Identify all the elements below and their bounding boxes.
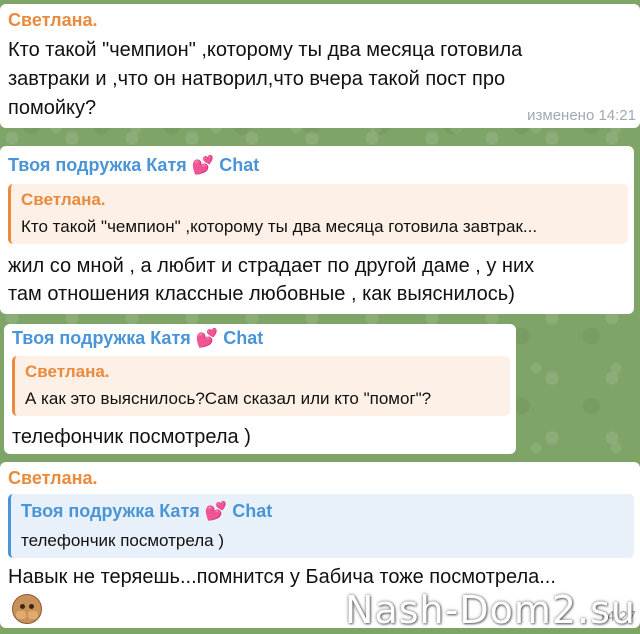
sender-suffix: Chat	[223, 328, 264, 348]
reply-text: Кто такой "чемпион" ,которому ты два мес…	[21, 217, 538, 236]
message-bubble-3[interactable]: Твоя подружка Катя 💕 Chat Светлана. А ка…	[4, 324, 516, 454]
message-line: Навык не теряешь...помнится у Бабича тож…	[8, 566, 556, 588]
reply-text: телефончик посмотрела )	[21, 531, 225, 550]
message-sender[interactable]: Твоя подружка Катя 💕 Chat	[12, 328, 263, 349]
message-line: завтраки и ,что он натворил,что вчера та…	[8, 68, 506, 90]
reply-quote[interactable]: Твоя подружка Катя 💕 Chat телефончик пос…	[8, 494, 634, 558]
hearts-icon: 💕	[191, 155, 215, 176]
see-no-evil-monkey-icon	[12, 594, 42, 624]
message-bubble-2[interactable]: Твоя подружка Катя 💕 Chat Светлана. Кто …	[0, 146, 634, 314]
reply-sender: Твоя подружка Катя 💕 Chat	[21, 501, 272, 522]
message-edited-time: изменено 14:21	[527, 107, 636, 124]
message-line: жил со мной , а любит и страдает по друг…	[8, 255, 535, 277]
message-line: Кто такой "чемпион" ,которому ты два мес…	[8, 39, 523, 61]
hearts-icon: 💕	[195, 328, 219, 349]
reply-sender: Светлана.	[25, 362, 110, 381]
message-line: помойку?	[8, 97, 97, 119]
reply-sender: Светлана.	[21, 190, 106, 209]
message-line: телефончик посмотрела )	[12, 426, 251, 448]
reply-quote[interactable]: Светлана. А как это выяснилось?Сам сказа…	[12, 356, 510, 416]
sender-name: Твоя подружка Катя	[8, 155, 187, 175]
message-line: там отношения классные любовные , как вы…	[8, 283, 515, 305]
reply-sender-name: Твоя подружка Катя	[21, 501, 200, 521]
sender-name: Твоя подружка Катя	[12, 328, 191, 348]
hearts-icon: 💕	[204, 501, 228, 522]
message-sender[interactable]: Светлана.	[8, 10, 98, 31]
message-sender[interactable]: Твоя подружка Катя 💕 Chat	[8, 155, 259, 176]
sender-suffix: Chat	[219, 155, 260, 175]
watermark: Nash-Dom2.su	[345, 588, 636, 632]
reply-text: А как это выяснилось?Сам сказал или кто …	[25, 389, 432, 408]
message-bubble-1[interactable]: Светлана. Кто такой "чемпион" ,которому …	[0, 4, 640, 128]
reply-quote[interactable]: Светлана. Кто такой "чемпион" ,которому …	[8, 184, 628, 244]
message-sender[interactable]: Светлана.	[8, 468, 98, 489]
reply-sender-suffix: Chat	[232, 501, 273, 521]
